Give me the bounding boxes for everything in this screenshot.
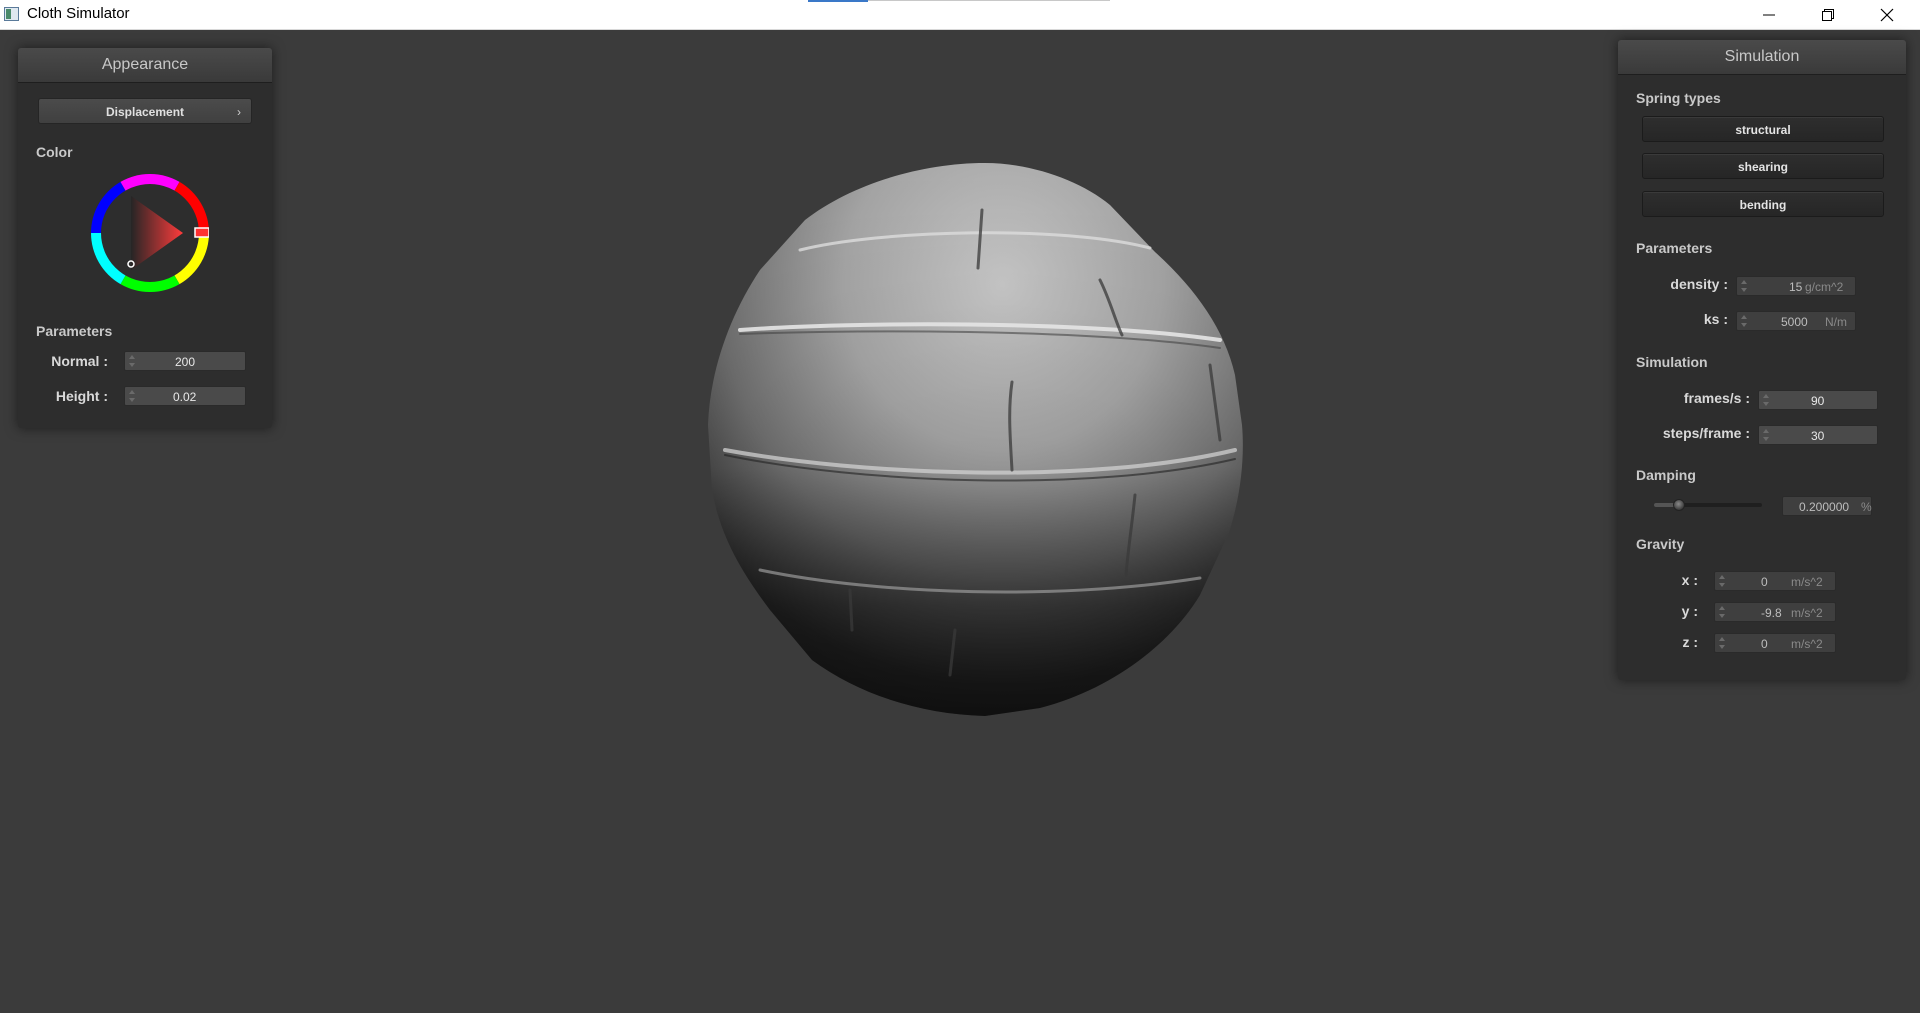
- minimize-button[interactable]: [1740, 0, 1798, 29]
- density-label: density :: [1670, 276, 1728, 292]
- sphere-shadow: [708, 163, 1243, 716]
- shader-dropdown[interactable]: Displacement ›: [38, 98, 252, 124]
- appearance-panel: Appearance Displacement › Color Paramete…: [18, 48, 272, 428]
- taskbar-accent: [808, 0, 868, 2]
- window-title: Cloth Simulator: [27, 5, 130, 22]
- gravity-x-input[interactable]: 0 m/s^2: [1714, 571, 1836, 591]
- gravity-y-input[interactable]: -9.8 m/s^2: [1714, 602, 1836, 622]
- spinner-icon[interactable]: [1741, 314, 1747, 328]
- structural-button[interactable]: structural: [1642, 116, 1884, 142]
- normal-label: Normal :: [51, 353, 108, 369]
- chevron-right-icon: ›: [237, 105, 241, 119]
- app-icon: [4, 7, 19, 21]
- spinner-icon[interactable]: [1719, 605, 1725, 619]
- density-value: 15: [1789, 280, 1803, 294]
- normal-value: 200: [175, 355, 196, 369]
- simulation-header[interactable]: Simulation: [1618, 40, 1906, 75]
- frames-per-second-input[interactable]: 90: [1758, 390, 1878, 410]
- spinner-icon[interactable]: [129, 389, 135, 403]
- appearance-parameters-label: Parameters: [36, 323, 113, 339]
- spinner-icon[interactable]: [129, 354, 135, 368]
- height-input[interactable]: 0.02: [124, 386, 246, 406]
- close-icon: [1880, 8, 1894, 21]
- color-wheel[interactable]: [91, 174, 209, 292]
- simulation-parameters-label: Parameters: [1636, 240, 1713, 256]
- restore-button[interactable]: [1799, 0, 1857, 29]
- gravity-z-unit: m/s^2: [1791, 637, 1823, 651]
- simulation-panel: Simulation Spring types structural shear…: [1618, 40, 1906, 680]
- gravity-z-label: z :: [1682, 634, 1698, 650]
- gravity-z-input[interactable]: 0 m/s^2: [1714, 633, 1836, 653]
- steps-per-frame-input[interactable]: 30: [1758, 425, 1878, 445]
- gravity-z-value: 0: [1761, 637, 1768, 651]
- gravity-x-value: 0: [1761, 575, 1768, 589]
- spinner-icon[interactable]: [1763, 428, 1769, 442]
- gravity-y-value: -9.8: [1761, 606, 1782, 620]
- spinner-icon[interactable]: [1719, 574, 1725, 588]
- gravity-label: Gravity: [1636, 536, 1685, 552]
- spinner-icon[interactable]: [1741, 279, 1747, 293]
- shader-dropdown-label: Displacement: [105, 105, 185, 119]
- spinner-icon[interactable]: [1763, 393, 1769, 407]
- restore-icon: [1822, 8, 1834, 21]
- height-label: Height :: [55, 388, 108, 404]
- ks-value: 5000: [1781, 315, 1808, 329]
- steps-per-frame-value: 30: [1811, 429, 1825, 443]
- steps-per-frame-label: steps/frame :: [1662, 425, 1750, 441]
- damping-input[interactable]: 0.200000 %: [1782, 496, 1872, 516]
- title-bar: Cloth Simulator: [0, 0, 1920, 30]
- gravity-y-unit: m/s^2: [1791, 606, 1823, 620]
- damping-slider-knob[interactable]: [1673, 499, 1686, 511]
- appearance-header[interactable]: Appearance: [18, 48, 272, 83]
- spinner-icon[interactable]: [1719, 636, 1725, 650]
- gravity-x-label: x :: [1681, 572, 1698, 588]
- ks-input[interactable]: 5000 N/m: [1736, 311, 1856, 331]
- bending-button[interactable]: bending: [1642, 191, 1884, 217]
- simulation-section-label: Simulation: [1636, 354, 1708, 370]
- minimize-icon: [1763, 14, 1775, 15]
- color-label: Color: [36, 144, 73, 160]
- shearing-button[interactable]: shearing: [1642, 153, 1884, 179]
- spring-types-label: Spring types: [1636, 90, 1721, 106]
- damping-slider[interactable]: [1654, 498, 1762, 512]
- density-input[interactable]: 15 g/cm^2: [1736, 276, 1856, 296]
- damping-label: Damping: [1636, 467, 1696, 483]
- density-unit: g/cm^2: [1805, 280, 1844, 294]
- ks-unit: N/m: [1825, 315, 1847, 329]
- gravity-x-unit: m/s^2: [1791, 575, 1823, 589]
- normal-input[interactable]: 200: [124, 351, 246, 371]
- close-button[interactable]: [1858, 0, 1916, 29]
- hue-marker[interactable]: [194, 227, 209, 238]
- damping-value: 0.200000: [1799, 500, 1850, 514]
- brick-joint: [848, 588, 854, 632]
- frames-per-second-value: 90: [1811, 394, 1825, 408]
- taskbar-accent-line: [868, 0, 1110, 1]
- ks-label: ks :: [1703, 311, 1728, 327]
- height-value: 0.02: [173, 390, 197, 404]
- damping-unit: %: [1861, 500, 1872, 514]
- gravity-y-label: y :: [1681, 603, 1698, 619]
- frames-per-second-label: frames/s :: [1683, 390, 1750, 406]
